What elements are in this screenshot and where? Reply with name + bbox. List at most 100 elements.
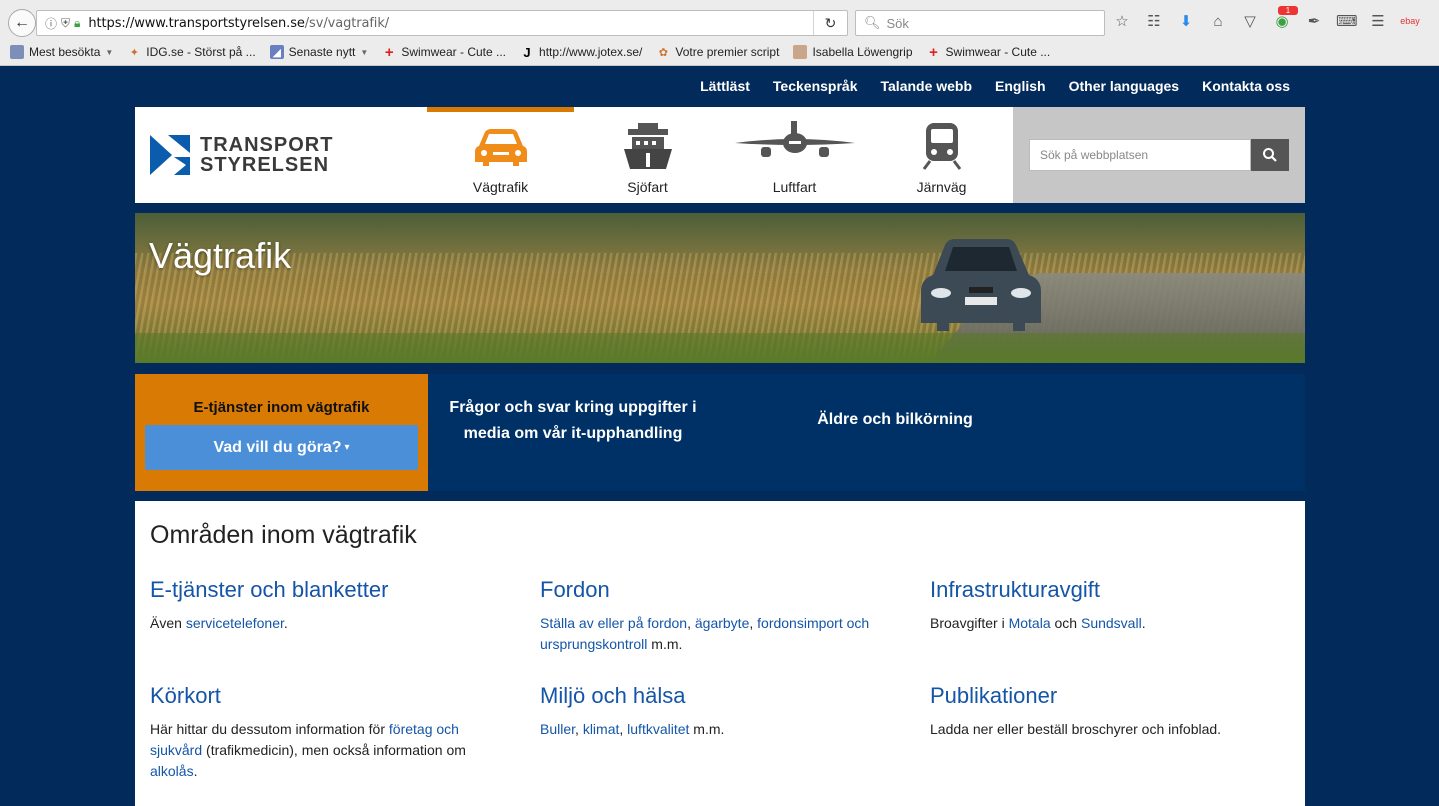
logo-text: TRANSPORT STYRELSEN xyxy=(200,135,333,175)
reading-list-icon[interactable]: ☷ xyxy=(1144,12,1164,30)
area-miljo-link[interactable]: Miljö och hälsa xyxy=(540,683,686,708)
bookmarks-bar: Mest besökta ▼ ✦ IDG.se - Störst på ... ◢ S… xyxy=(0,40,1439,64)
bookmark-label: http://www.jotex.se/ xyxy=(539,45,643,59)
bookmark-swimwear-1[interactable]: + Swimwear - Cute ... xyxy=(382,43,507,61)
toplink-kontakta-oss[interactable]: Kontakta oss xyxy=(1202,78,1290,94)
area-infrastruktur-link[interactable]: Infrastrukturavgift xyxy=(930,577,1100,602)
nav-label: Järnväg xyxy=(916,179,967,195)
toplink-lattlast[interactable]: Lättläst xyxy=(700,78,750,94)
back-button[interactable]: ← xyxy=(8,9,36,37)
pocket-icon[interactable]: ▽ xyxy=(1240,12,1260,30)
area-eservices: E-tjänster och blanketter Även servicete… xyxy=(150,577,510,634)
area-korkort-link[interactable]: Körkort xyxy=(150,683,221,708)
what-to-do-button[interactable]: Vad vill du göra? ▾ xyxy=(145,425,418,470)
area-fordon-text: Ställa av eller på fordon, ägarbyte, for… xyxy=(540,613,900,655)
link-stalla-av[interactable]: Ställa av eller på fordon xyxy=(540,615,687,631)
folder-icon xyxy=(10,45,24,59)
link-klimat[interactable]: klimat xyxy=(583,721,620,737)
eservices-panel: E-tjänster inom vägtrafik Vad vill du gö… xyxy=(135,374,428,491)
site-logo[interactable]: TRANSPORT STYRELSEN xyxy=(150,135,333,175)
site-search-placeholder: Sök på webbplatsen xyxy=(1040,148,1149,162)
link-luftkvalitet[interactable]: luftkvalitet xyxy=(627,721,689,737)
extension-icon[interactable]: ◉ 1 xyxy=(1272,6,1298,30)
link-buller[interactable]: Buller xyxy=(540,721,575,737)
promo-link-elderly-driving[interactable]: Äldre och bilkörning xyxy=(775,407,1015,433)
menu-icon[interactable]: ☰ xyxy=(1368,12,1388,30)
hero-banner: Vägtrafik xyxy=(135,213,1305,363)
text: , xyxy=(749,615,758,631)
bookmark-star-icon[interactable]: ☆ xyxy=(1112,12,1132,30)
url-path: /sv/vagtrafik/ xyxy=(304,15,390,31)
home-icon[interactable]: ⌂ xyxy=(1208,13,1228,30)
area-publikationer-link[interactable]: Publikationer xyxy=(930,683,1057,708)
red-cross-icon: + xyxy=(384,43,394,61)
nav-vagtrafik[interactable]: Vägtrafik xyxy=(427,107,574,203)
text: , xyxy=(687,615,695,631)
ebay-icon[interactable]: ebay xyxy=(1400,16,1420,26)
site-search-input[interactable]: Sök på webbplatsen xyxy=(1029,139,1251,171)
toplink-talande-webb[interactable]: Talande webb xyxy=(881,78,973,94)
toplink-other-languages[interactable]: Other languages xyxy=(1069,78,1179,94)
link-motala[interactable]: Motala xyxy=(1009,615,1051,631)
toplink-english[interactable]: English xyxy=(995,78,1046,94)
what-to-do-label: Vad vill du göra? xyxy=(213,438,342,456)
text: . xyxy=(193,763,198,779)
download-icon[interactable]: ⬇ xyxy=(1176,12,1196,30)
nav-sjofart[interactable]: Sjöfart xyxy=(574,107,721,203)
eservices-title: E-tjänster inom vägtrafik xyxy=(193,399,370,416)
area-eservices-link[interactable]: E-tjänster och blanketter xyxy=(150,577,388,602)
text: m.m. xyxy=(647,636,683,652)
browser-search-placeholder: Sök xyxy=(886,15,909,31)
url-text[interactable]: https://www.transportstyrelsen.se/sv/vag… xyxy=(88,16,389,31)
logo-line1: TRANSPORT xyxy=(200,134,334,156)
nav-luftfart[interactable]: Luftfart xyxy=(721,107,868,203)
area-korkort-text: Här hittar du dessutom information för f… xyxy=(150,719,490,782)
text: Broavgifter i xyxy=(930,615,1009,631)
site-search: Sök på webbplatsen xyxy=(1013,107,1305,203)
link-sundsvall[interactable]: Sundsvall xyxy=(1081,615,1142,631)
browser-search-input[interactable]: 🔍︎ Sök xyxy=(855,10,1105,36)
bookmark-label: Senaste nytt xyxy=(288,45,356,59)
bookmark-idg[interactable]: ✦ IDG.se - Störst på ... xyxy=(127,45,256,59)
link-servicetelefoner[interactable]: servicetelefoner xyxy=(186,615,284,631)
browser-chrome: ← ⓘ ⛨ 🔒︎ https://www.transportstyrelsen.… xyxy=(0,0,1439,66)
area-infrastruktur-text: Broavgifter i Motala och Sundsvall. xyxy=(930,613,1290,634)
bookmark-label: Mest besökta xyxy=(29,45,101,59)
bookmark-most-visited[interactable]: Mest besökta ▼ xyxy=(10,45,113,59)
web-page: Lättläst Teckenspråk Talande webb Englis… xyxy=(0,66,1439,806)
text: Här hittar du dessutom information för xyxy=(150,721,389,737)
ship-icon xyxy=(623,123,672,169)
avatar-icon xyxy=(793,45,808,59)
text: . xyxy=(283,615,288,631)
area-fordon-link[interactable]: Fordon xyxy=(540,577,610,602)
bookmark-jotex[interactable]: Jhttp://www.jotex.se/ xyxy=(520,44,643,60)
hero-title: Vägtrafik xyxy=(149,235,292,276)
reload-button[interactable]: ↻ xyxy=(813,11,847,35)
text: . xyxy=(1141,615,1146,631)
airplane-icon xyxy=(734,121,855,157)
bookmark-label: Swimwear - Cute ... xyxy=(401,45,507,59)
toplink-teckensprak[interactable]: Teckenspråk xyxy=(773,78,858,94)
link-alkolas[interactable]: alkolås xyxy=(150,763,194,779)
promo-link-it-procurement[interactable]: Frågor och svar kring uppgifter i media … xyxy=(445,395,701,447)
bookmark-swimwear-2[interactable]: + Swimwear - Cute ... xyxy=(927,44,1050,61)
car-photo xyxy=(921,239,1041,331)
keyboard-icon[interactable]: ⌨ xyxy=(1336,12,1358,30)
logo-mark-icon xyxy=(150,135,190,175)
info-icon[interactable]: ⓘ xyxy=(45,15,57,32)
chevron-down-icon: ▼ xyxy=(360,47,369,57)
nav-jarnvag[interactable]: Järnväg xyxy=(868,107,1015,203)
chevron-down-icon: ▼ xyxy=(105,47,114,57)
bookmark-isabella[interactable]: Isabella Löwengrip xyxy=(793,45,913,59)
area-infrastruktur: Infrastrukturavgift Broavgifter i Motala… xyxy=(930,577,1290,634)
bookmark-latest-news[interactable]: ◢ Senaste nytt ▼ xyxy=(269,45,369,59)
jotex-icon: J xyxy=(523,44,531,60)
site-search-button[interactable] xyxy=(1251,139,1289,171)
shield-icon[interactable]: ⛨ xyxy=(61,16,70,31)
bookmark-script[interactable]: ✿ Votre premier script xyxy=(656,45,780,59)
back-arrow-icon: ← xyxy=(14,14,30,31)
browser-toolbar: ☆ ☷ ⬇ ⌂ ▽ ◉ 1 ✒ ⌨ ☰ ebay xyxy=(1112,6,1420,30)
link-agarbyte[interactable]: ägarbyte xyxy=(695,615,749,631)
eyedropper-icon[interactable]: ✒ xyxy=(1304,12,1324,30)
url-bar[interactable]: ⓘ ⛨ 🔒︎ https://www.transportstyrelsen.se… xyxy=(36,10,848,36)
